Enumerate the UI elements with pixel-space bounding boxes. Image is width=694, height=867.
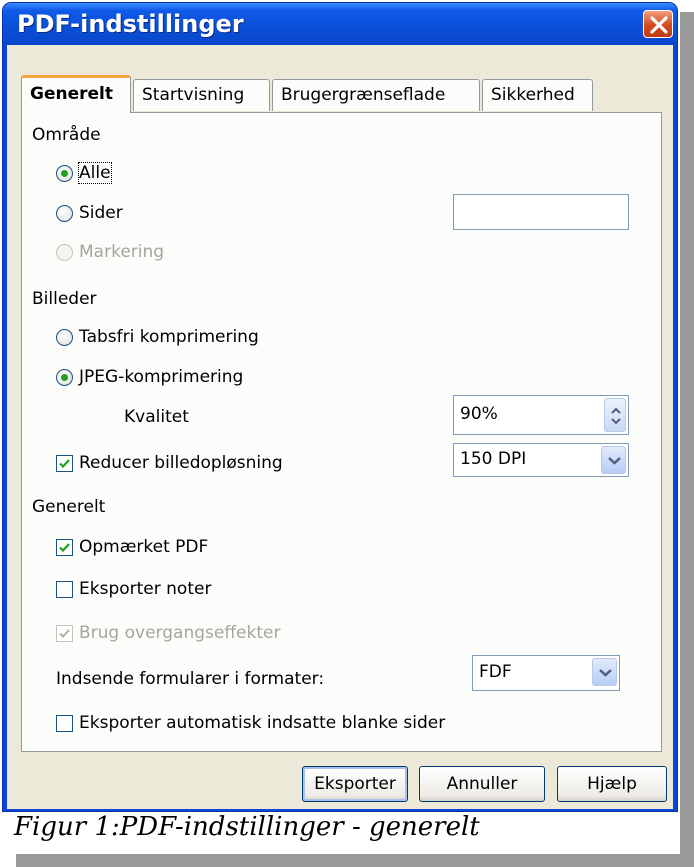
transitions-checkbox xyxy=(56,624,73,642)
jpeg-label: JPEG-komprimering xyxy=(79,367,244,387)
form-format-value: FDF xyxy=(479,662,512,682)
drop-shadow-right xyxy=(680,12,694,867)
dialog-client-area: Generelt Startvisning Brugergrænseflade … xyxy=(7,45,673,809)
range-heading: Område xyxy=(32,125,101,145)
tagged-pdf-label: Opmærket PDF xyxy=(79,537,209,557)
resolution-select[interactable]: 150 DPI xyxy=(453,443,629,477)
close-button[interactable] xyxy=(643,10,673,38)
export-notes-label: Eksporter noter xyxy=(79,579,212,599)
images-divider xyxy=(132,299,648,300)
checkmark-icon xyxy=(59,542,70,552)
close-x-icon xyxy=(650,16,668,34)
reduce-resolution-option[interactable]: Reducer billedopløsning xyxy=(56,453,283,473)
jpeg-radio[interactable] xyxy=(56,368,73,386)
tab-panel-generelt: Område Alle Sider Markering Billeder Tab… xyxy=(21,112,662,752)
blank-pages-option[interactable]: Eksporter automatisk indsatte blanke sid… xyxy=(56,713,445,733)
lossless-radio[interactable] xyxy=(56,328,73,346)
cancel-button[interactable]: Annuller xyxy=(419,766,545,802)
chevron-down-icon[interactable] xyxy=(592,658,617,686)
tab-startvisning[interactable]: Startvisning xyxy=(133,79,270,111)
general-divider xyxy=(142,507,648,508)
blank-pages-label: Eksporter automatisk indsatte blanke sid… xyxy=(79,713,446,733)
range-selection-option: Markering xyxy=(56,242,164,262)
range-pages-label: Sider xyxy=(79,203,123,223)
lossless-label: Tabsfri komprimering xyxy=(79,327,259,347)
checkmark-icon xyxy=(59,628,70,638)
range-pages-radio[interactable] xyxy=(56,204,73,222)
help-button[interactable]: Hjælp xyxy=(557,766,667,802)
lossless-option[interactable]: Tabsfri komprimering xyxy=(56,327,259,347)
form-format-label: Indsende formularer i formater: xyxy=(56,669,325,689)
tab-brugergraenseflade[interactable]: Brugergrænseflade xyxy=(272,79,480,111)
form-format-select[interactable]: FDF xyxy=(472,655,620,691)
quality-value: 90% xyxy=(460,404,498,424)
range-all-radio[interactable] xyxy=(56,164,73,182)
range-all-label: Alle xyxy=(78,162,112,184)
checkmark-icon xyxy=(59,458,70,468)
images-heading: Billeder xyxy=(32,289,97,309)
resolution-value: 150 DPI xyxy=(460,449,527,469)
chevron-down-icon[interactable] xyxy=(601,446,626,474)
range-selection-radio xyxy=(56,243,73,261)
transitions-option: Brug overgangseffekter xyxy=(56,623,280,643)
dialog-window: PDF-indstillinger Generelt Startvisning … xyxy=(2,2,678,812)
range-pages-option[interactable]: Sider xyxy=(56,203,123,223)
tab-strip: Generelt Startvisning Brugergrænseflade … xyxy=(21,75,661,113)
tagged-pdf-option[interactable]: Opmærket PDF xyxy=(56,537,208,557)
export-notes-option[interactable]: Eksporter noter xyxy=(56,579,211,599)
export-notes-checkbox[interactable] xyxy=(56,580,73,598)
figure-caption: Figur 1:PDF-indstillinger - generelt xyxy=(14,812,480,842)
tab-generelt[interactable]: Generelt xyxy=(21,75,131,113)
tab-sikkerhed[interactable]: Sikkerhed xyxy=(482,79,593,111)
quality-spinbox[interactable]: 90% xyxy=(453,395,629,435)
window-title: PDF-indstillinger xyxy=(17,10,244,38)
range-selection-label: Markering xyxy=(79,242,165,262)
title-bar[interactable]: PDF-indstillinger xyxy=(3,3,677,45)
blank-pages-checkbox[interactable] xyxy=(56,714,73,732)
range-all-option[interactable]: Alle xyxy=(56,162,112,184)
spinner-arrows-icon[interactable] xyxy=(604,398,626,432)
quality-label: Kvalitet xyxy=(124,407,189,427)
jpeg-option[interactable]: JPEG-komprimering xyxy=(56,367,243,387)
drop-shadow-bottom xyxy=(16,854,692,867)
general-heading: Generelt xyxy=(32,497,106,517)
export-button[interactable]: Eksporter xyxy=(302,766,408,802)
reduce-resolution-label: Reducer billedopløsning xyxy=(79,453,283,473)
transitions-label: Brug overgangseffekter xyxy=(79,623,281,643)
tagged-pdf-checkbox[interactable] xyxy=(56,538,73,556)
range-divider xyxy=(124,135,648,136)
reduce-resolution-checkbox[interactable] xyxy=(56,454,73,472)
range-pages-input[interactable] xyxy=(453,194,629,230)
